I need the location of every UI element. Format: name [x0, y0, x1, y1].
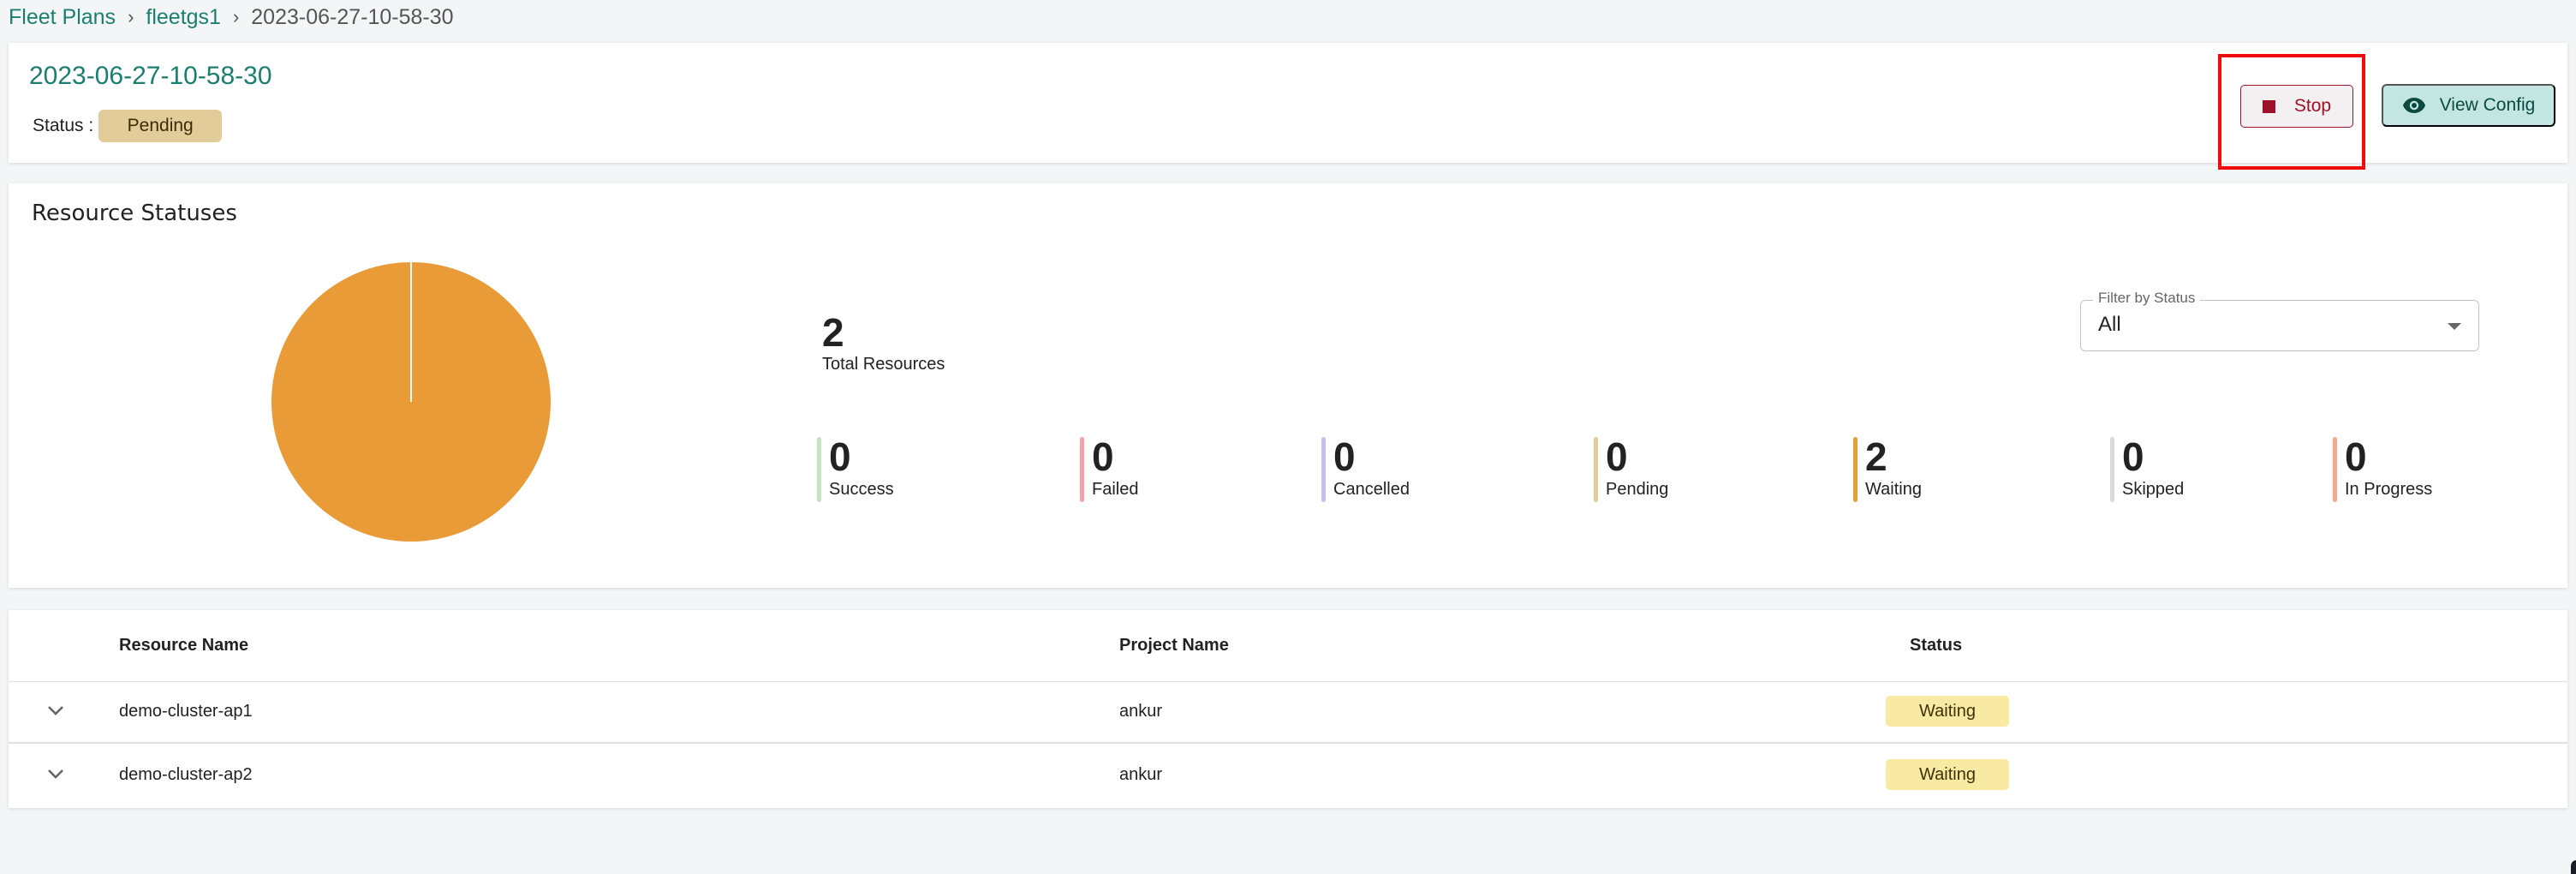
stat-value: 0 — [1333, 434, 1356, 479]
table-row[interactable]: demo-cluster-ap2 ankur Waiting — [9, 745, 2567, 807]
column-header-resource-name[interactable]: Resource Name — [119, 636, 248, 656]
stat-label: Cancelled — [1333, 480, 1410, 499]
status-row: Status : Pending — [33, 110, 223, 142]
window-corner — [2571, 860, 2576, 874]
filter-label: Filter by Status — [2093, 290, 2201, 307]
breadcrumb-separator: › — [128, 6, 134, 27]
total-resources-value: 2 — [822, 310, 844, 355]
stat-color-bar — [1080, 437, 1084, 502]
filter-selected-value: All — [2098, 313, 2121, 336]
resource-statuses-card: Resource Statuses 2 Total Resources 0 Su… — [9, 183, 2567, 588]
stat-color-bar — [1321, 437, 1326, 502]
project-name-cell: ankur — [1119, 702, 1163, 721]
plan-header-card: 2023-06-27-10-58-30 Status : Pending Sto… — [9, 43, 2567, 163]
status-pie-chart — [271, 262, 551, 542]
stat-label: Skipped — [2122, 480, 2185, 499]
stat-label: Failed — [1092, 480, 1139, 499]
stat-label: Pending — [1606, 480, 1669, 499]
stat-color-bar — [817, 437, 821, 502]
breadcrumb-current: 2023-06-27-10-58-30 — [251, 4, 454, 29]
stat-label: In Progress — [2345, 480, 2433, 499]
view-config-button[interactable]: View Config — [2382, 84, 2555, 127]
status-badge: Waiting — [1886, 759, 2009, 790]
stop-button-label: Stop — [2293, 96, 2332, 116]
stat-failed: 0 Failed — [1080, 437, 1138, 502]
breadcrumb-fleetgs1[interactable]: fleetgs1 — [146, 5, 221, 30]
column-header-status[interactable]: Status — [1910, 636, 1962, 656]
stat-value: 0 — [2345, 434, 2367, 479]
total-resources: 2 Total Resources — [822, 312, 945, 374]
stop-icon — [2262, 99, 2275, 113]
status-badge: Waiting — [1886, 696, 2009, 727]
stat-color-bar — [2110, 437, 2114, 502]
project-name-cell: ankur — [1119, 765, 1163, 784]
filter-by-status-select[interactable]: Filter by Status All — [2080, 290, 2479, 351]
caret-down-icon — [2448, 323, 2461, 330]
stat-label: Waiting — [1865, 480, 1922, 499]
stat-value: 0 — [1092, 434, 1114, 479]
section-title: Resource Statuses — [32, 201, 237, 226]
resource-name-cell: demo-cluster-ap1 — [119, 702, 253, 721]
view-config-label: View Config — [2439, 95, 2536, 115]
breadcrumb-separator: › — [232, 6, 240, 27]
stat-pending: 0 Pending — [1594, 437, 1668, 502]
total-resources-label: Total Resources — [822, 355, 945, 374]
column-header-project-name[interactable]: Project Name — [1119, 636, 1229, 656]
resource-name-cell: demo-cluster-ap2 — [119, 765, 253, 784]
eye-icon — [2402, 98, 2425, 113]
table-header-row: Resource Name Project Name Status — [9, 610, 2567, 682]
stat-value: 0 — [1606, 434, 1628, 479]
breadcrumb-fleet-plans[interactable]: Fleet Plans — [9, 5, 116, 30]
stat-skipped: 0 Skipped — [2110, 437, 2184, 502]
stat-value: 0 — [829, 434, 851, 479]
resources-table: Resource Name Project Name Status demo-c… — [9, 610, 2567, 808]
stat-cancelled: 0 Cancelled — [1321, 437, 1410, 502]
stat-color-bar — [2333, 437, 2337, 502]
chevron-down-icon[interactable] — [46, 704, 65, 716]
stat-success: 0 Success — [817, 437, 894, 502]
stat-waiting: 2 Waiting — [1853, 437, 1922, 502]
stat-color-bar — [1594, 437, 1598, 502]
breadcrumb: Fleet Plans › fleetgs1 › 2023-06-27-10-5… — [9, 2, 454, 33]
page-title: 2023-06-27-10-58-30 — [29, 62, 272, 90]
status-label: Status : — [33, 116, 94, 135]
status-badge: Pending — [98, 110, 223, 142]
stat-value: 0 — [2122, 434, 2144, 479]
stop-button[interactable]: Stop — [2240, 85, 2353, 128]
stat-value: 2 — [1865, 434, 1887, 479]
stat-in-progress: 0 In Progress — [2333, 437, 2432, 502]
table-row[interactable]: demo-cluster-ap1 ankur Waiting — [9, 682, 2567, 744]
stat-label: Success — [829, 480, 894, 499]
stat-color-bar — [1853, 437, 1857, 502]
chevron-down-icon[interactable] — [46, 768, 65, 780]
